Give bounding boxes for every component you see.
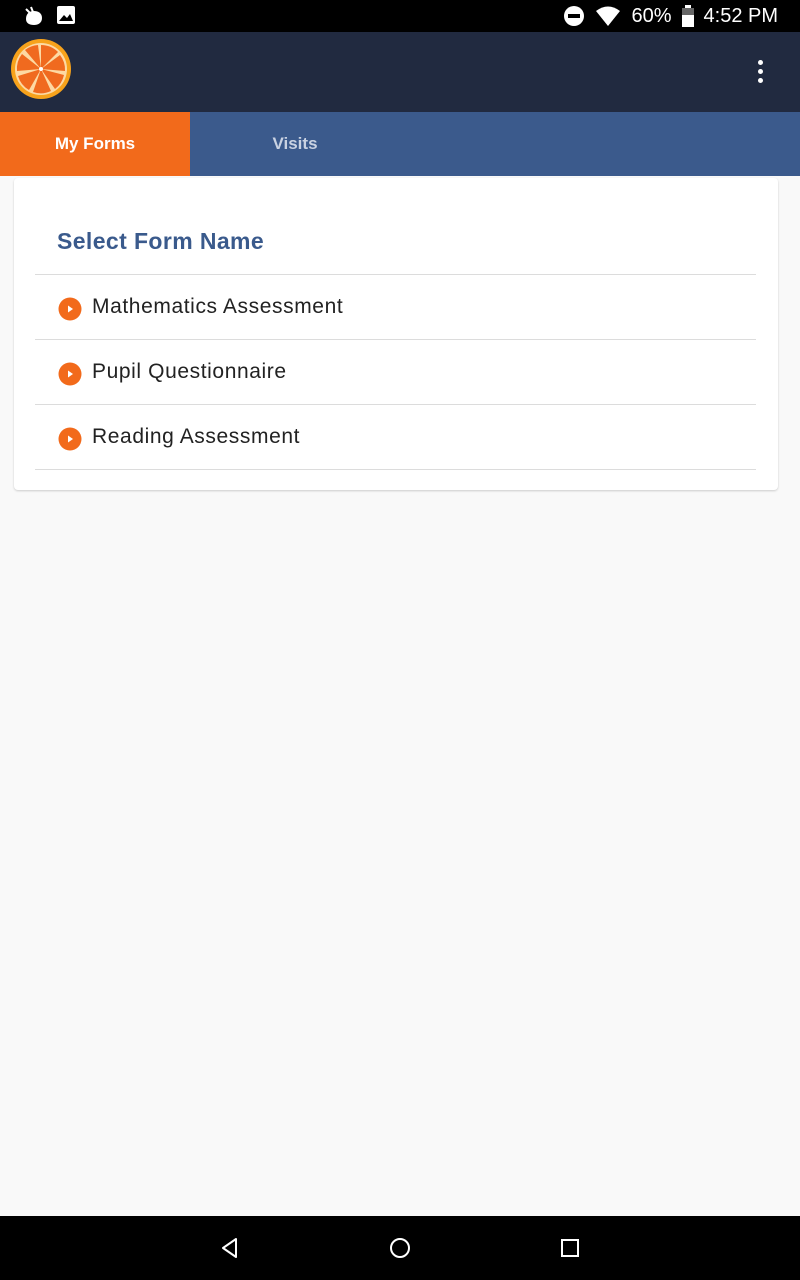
- tab-visits[interactable]: Visits: [190, 112, 400, 176]
- form-item-mathematics-assessment[interactable]: Mathematics Assessment: [35, 274, 756, 339]
- image-notification-icon: [57, 6, 75, 24]
- wifi-icon: [595, 5, 621, 27]
- app-bar: [0, 32, 800, 112]
- form-item-pupil-questionnaire[interactable]: Pupil Questionnaire: [35, 339, 756, 404]
- status-left-icons: [22, 5, 76, 27]
- status-right: 60% 4:52 PM: [563, 0, 778, 32]
- form-item-label: Reading Assessment: [92, 425, 301, 448]
- status-time: 4:52 PM: [703, 4, 778, 27]
- status-bar: 60% 4:52 PM: [0, 0, 800, 32]
- card-title: Select Form Name: [57, 228, 265, 254]
- form-list: Mathematics Assessment Pupil Questionnai…: [35, 274, 756, 470]
- notification-app-icon: [25, 6, 42, 25]
- tab-bar: My Forms Visits: [0, 112, 800, 176]
- recents-icon[interactable]: [558, 1236, 582, 1260]
- play-circle-icon: [58, 427, 82, 451]
- system-nav-bar: [0, 1216, 800, 1280]
- form-item-label: Mathematics Assessment: [92, 295, 344, 318]
- battery-icon: [681, 5, 694, 27]
- tab-label: Visits: [272, 134, 318, 153]
- tab-label: My Forms: [54, 134, 136, 153]
- form-item-reading-assessment[interactable]: Reading Assessment: [35, 404, 756, 470]
- play-circle-icon: [58, 362, 82, 386]
- do-not-disturb-icon: [563, 5, 585, 27]
- orange-slice-logo: [11, 39, 71, 99]
- battery-percent: 60%: [631, 4, 672, 27]
- tab-my-forms[interactable]: My Forms: [0, 112, 190, 176]
- back-icon[interactable]: [218, 1236, 242, 1260]
- form-selection-card: Select Form Name Mathematics Assessment …: [14, 178, 778, 490]
- play-circle-icon: [58, 297, 82, 321]
- more-vert-icon[interactable]: [748, 54, 772, 88]
- form-item-label: Pupil Questionnaire: [92, 360, 287, 383]
- home-icon[interactable]: [388, 1236, 412, 1260]
